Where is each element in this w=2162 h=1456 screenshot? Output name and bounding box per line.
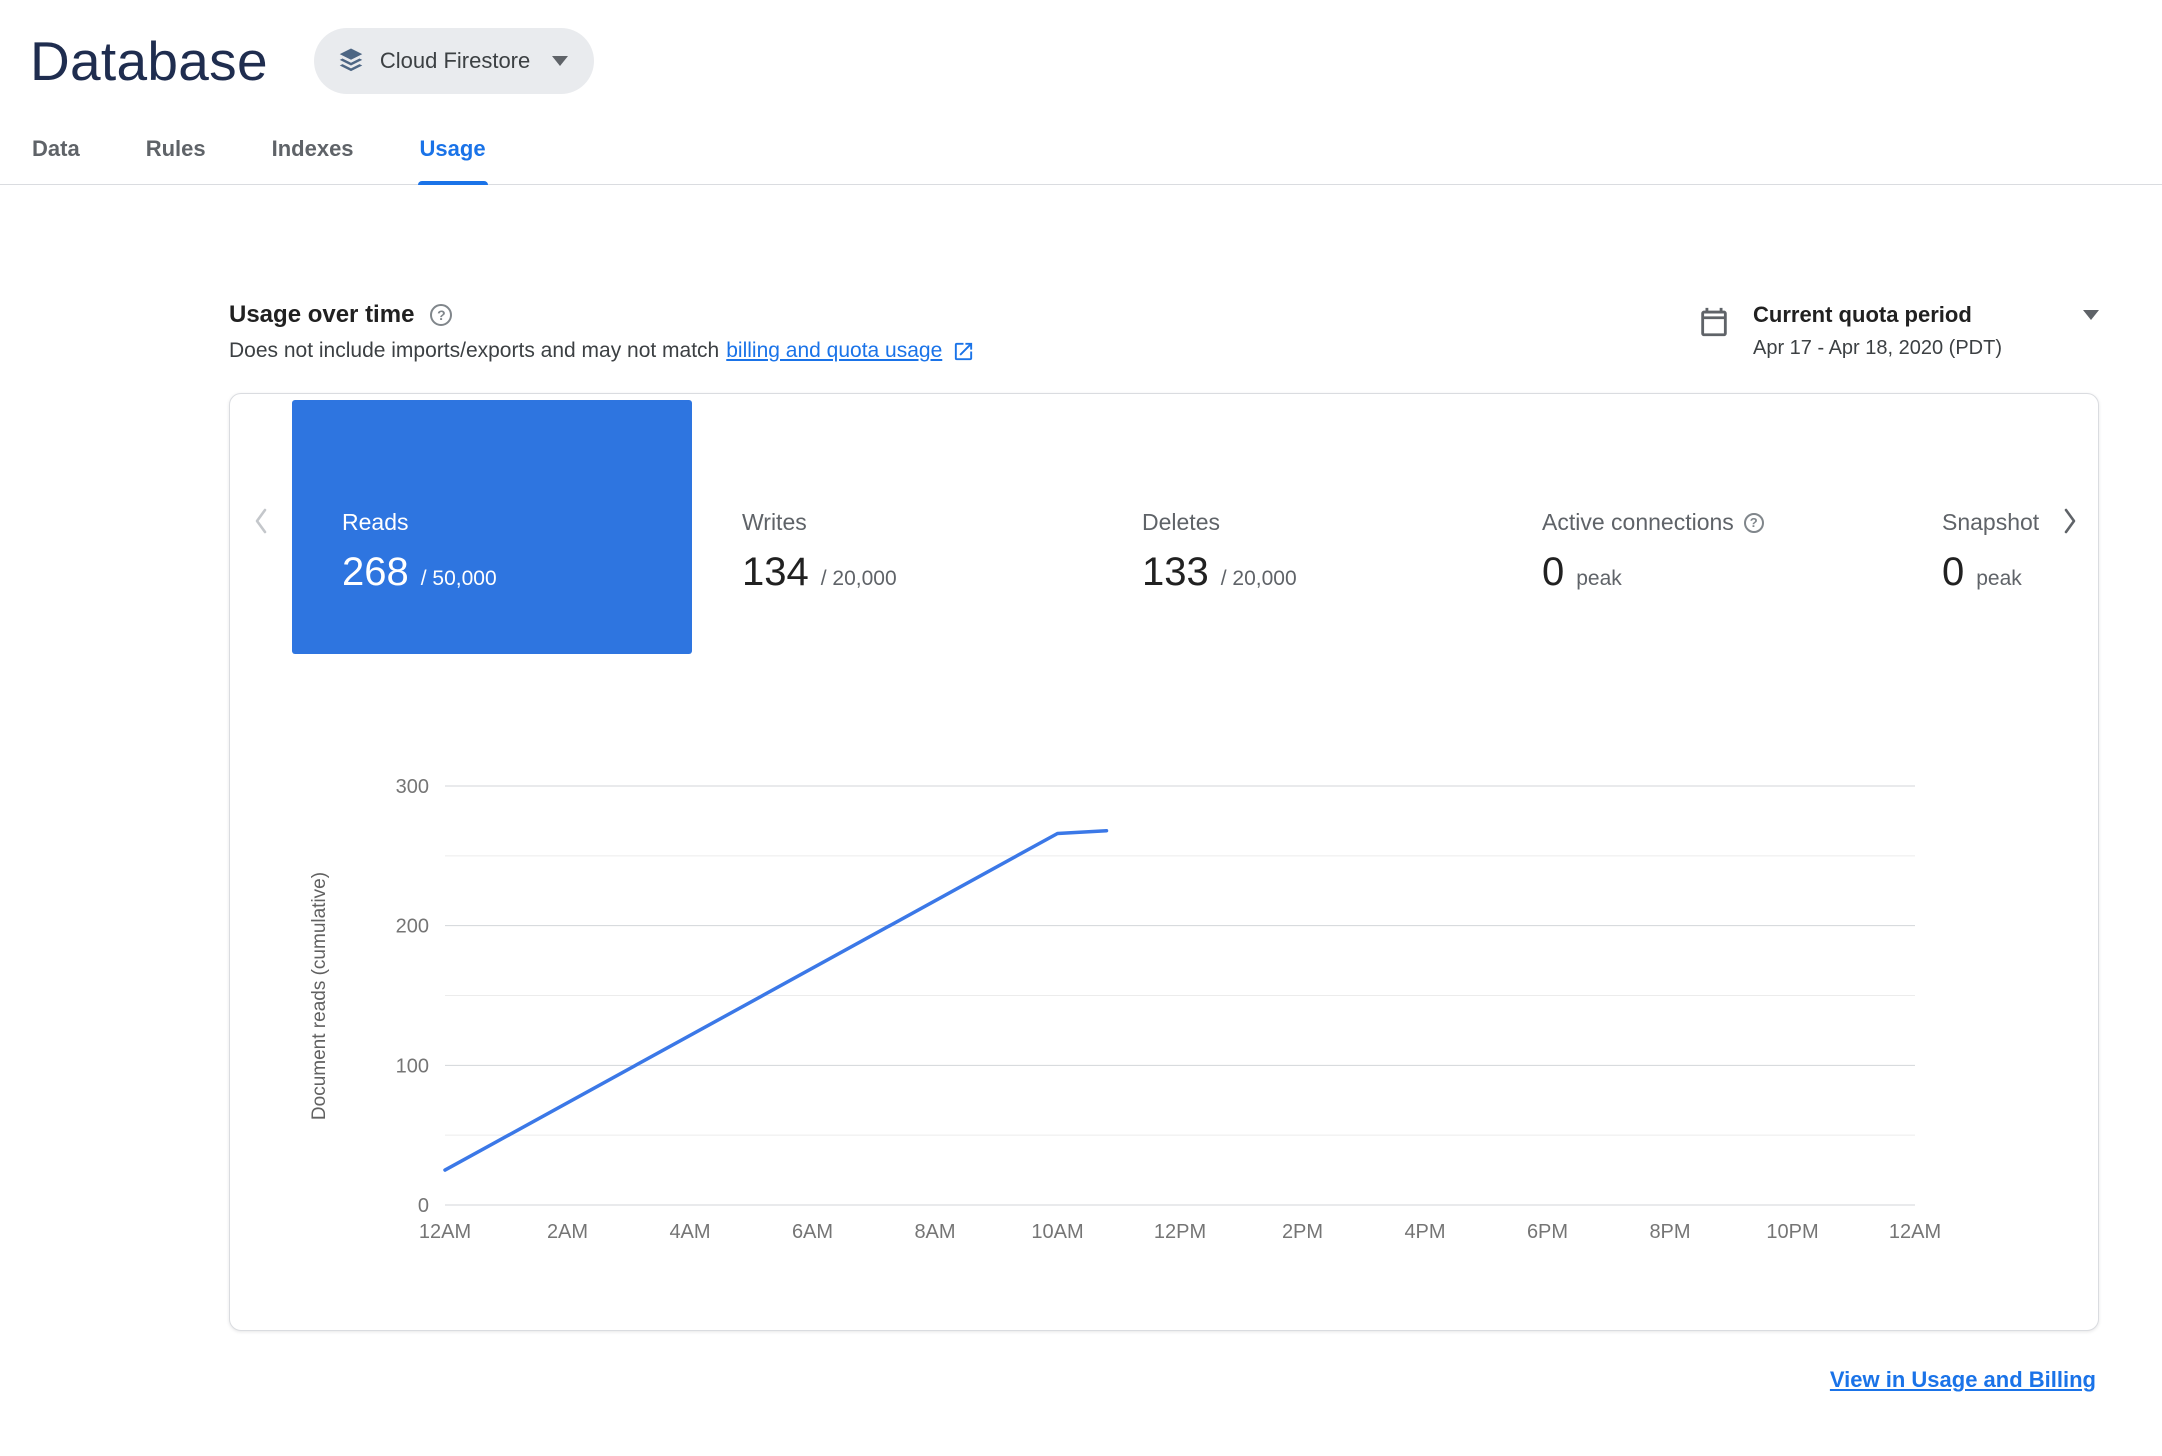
svg-text:200: 200 xyxy=(396,916,429,938)
metric-writes[interactable]: Writes 134 / 20,000 xyxy=(692,400,1092,654)
product-selector[interactable]: Cloud Firestore xyxy=(313,28,595,94)
footer: View in Usage and Billing xyxy=(0,1367,2162,1393)
metric-cards-strip: Reads 268 / 50,000 Writes 134 / 20,000 D… xyxy=(292,400,2042,654)
metric-active-connections[interactable]: Active connections ? 0 peak xyxy=(1492,400,1892,654)
metric-reads-value: 268 xyxy=(342,550,409,594)
svg-text:300: 300 xyxy=(396,776,429,798)
metric-deletes-limit: / 20,000 xyxy=(1220,567,1297,590)
usage-description: Does not include imports/exports and may… xyxy=(229,339,975,363)
quota-period-selector[interactable]: Current quota period Apr 17 - Apr 18, 20… xyxy=(1697,301,2099,360)
help-icon[interactable]: ? xyxy=(430,304,453,326)
svg-text:12AM: 12AM xyxy=(1889,1221,1941,1243)
metric-snapshot-listeners-label: Snapshot listeners xyxy=(1942,509,2042,535)
usage-over-time-title: Usage over time xyxy=(229,301,415,328)
svg-text:12AM: 12AM xyxy=(419,1221,471,1243)
svg-text:4AM: 4AM xyxy=(669,1221,710,1243)
firestore-icon xyxy=(336,46,366,76)
svg-text:4PM: 4PM xyxy=(1404,1221,1445,1243)
page-title: Database xyxy=(30,30,268,92)
chevron-down-icon xyxy=(2083,310,2099,320)
svg-text:10PM: 10PM xyxy=(1766,1221,1818,1243)
tab-rules[interactable]: Rules xyxy=(144,108,208,184)
svg-text:8AM: 8AM xyxy=(914,1221,955,1243)
metric-writes-label: Writes xyxy=(742,509,807,535)
chevron-right-icon xyxy=(2064,508,2076,534)
tab-indexes[interactable]: Indexes xyxy=(270,108,356,184)
view-usage-billing-link[interactable]: View in Usage and Billing xyxy=(1830,1367,2096,1392)
svg-text:Document reads (cumulative): Document reads (cumulative) xyxy=(309,872,330,1120)
tab-bar: Data Rules Indexes Usage xyxy=(0,108,2162,185)
metric-active-connections-label: Active connections xyxy=(1542,509,1734,535)
metrics-row: Reads 268 / 50,000 Writes 134 / 20,000 D… xyxy=(230,394,2098,656)
svg-text:10AM: 10AM xyxy=(1031,1221,1083,1243)
metric-reads[interactable]: Reads 268 / 50,000 xyxy=(292,400,692,654)
usage-card: Reads 268 / 50,000 Writes 134 / 20,000 D… xyxy=(229,393,2099,1331)
svg-text:100: 100 xyxy=(396,1055,429,1077)
quota-period-label: Current quota period xyxy=(1753,302,1972,327)
tab-usage[interactable]: Usage xyxy=(417,108,488,185)
usage-title-block: Usage over time ? Does not include impor… xyxy=(229,301,975,363)
svg-text:8PM: 8PM xyxy=(1649,1221,1690,1243)
tab-data[interactable]: Data xyxy=(30,108,82,184)
tab-usage-label: Usage xyxy=(419,136,486,161)
svg-text:6AM: 6AM xyxy=(792,1221,833,1243)
metric-writes-limit: / 20,000 xyxy=(820,567,897,590)
metric-deletes-label: Deletes xyxy=(1142,509,1220,535)
svg-text:2PM: 2PM xyxy=(1282,1221,1323,1243)
metric-active-connections-unit: peak xyxy=(1576,567,1622,590)
billing-quota-usage-link[interactable]: billing and quota usage xyxy=(726,339,942,363)
tab-indexes-label: Indexes xyxy=(271,136,354,161)
metric-snapshot-listeners-value: 0 xyxy=(1942,550,1965,594)
svg-text:2AM: 2AM xyxy=(547,1221,588,1243)
quota-period-text: Current quota period Apr 17 - Apr 18, 20… xyxy=(1753,301,2099,360)
metric-deletes[interactable]: Deletes 133 / 20,000 xyxy=(1092,400,1492,654)
tab-rules-label: Rules xyxy=(145,136,206,161)
external-link-icon xyxy=(949,340,975,363)
metric-snapshot-listeners-unit: peak xyxy=(1976,567,2022,590)
chevron-down-icon xyxy=(552,56,569,66)
quota-period-range: Apr 17 - Apr 18, 2020 (PDT) xyxy=(1753,337,2003,359)
metric-active-connections-value: 0 xyxy=(1542,550,1565,594)
tab-data-label: Data xyxy=(32,136,80,161)
svg-text:12PM: 12PM xyxy=(1154,1221,1206,1243)
svg-text:0: 0 xyxy=(418,1195,429,1217)
metric-snapshot-listeners[interactable]: Snapshot listeners 0 peak xyxy=(1892,400,2042,654)
usage-chart: 0 100 200 300 12AM 2AM 4AM 6AM 8AM 10AM 12PM 2PM 4PM… xyxy=(230,714,2098,1274)
help-icon[interactable]: ? xyxy=(1743,512,1764,533)
metrics-scroll-left-button[interactable] xyxy=(230,394,292,648)
product-selector-label: Cloud Firestore xyxy=(379,48,531,73)
metric-reads-limit: / 50,000 xyxy=(420,567,497,590)
page-header: Database Cloud Firestore xyxy=(0,0,2162,94)
metrics-scroll-right-button[interactable] xyxy=(2042,394,2098,648)
metric-deletes-value: 133 xyxy=(1142,550,1209,594)
svg-text:6PM: 6PM xyxy=(1527,1221,1568,1243)
usage-section-header: Usage over time ? Does not include impor… xyxy=(0,301,2162,363)
usage-description-text: Does not include imports/exports and may… xyxy=(229,339,720,362)
chevron-left-icon xyxy=(255,508,267,534)
firestore-usage-page: Database Cloud Firestore Data Rules Inde… xyxy=(0,0,2162,1393)
metric-writes-value: 134 xyxy=(742,550,809,594)
calendar-icon xyxy=(1697,301,1731,360)
metric-reads-label: Reads xyxy=(342,509,409,535)
